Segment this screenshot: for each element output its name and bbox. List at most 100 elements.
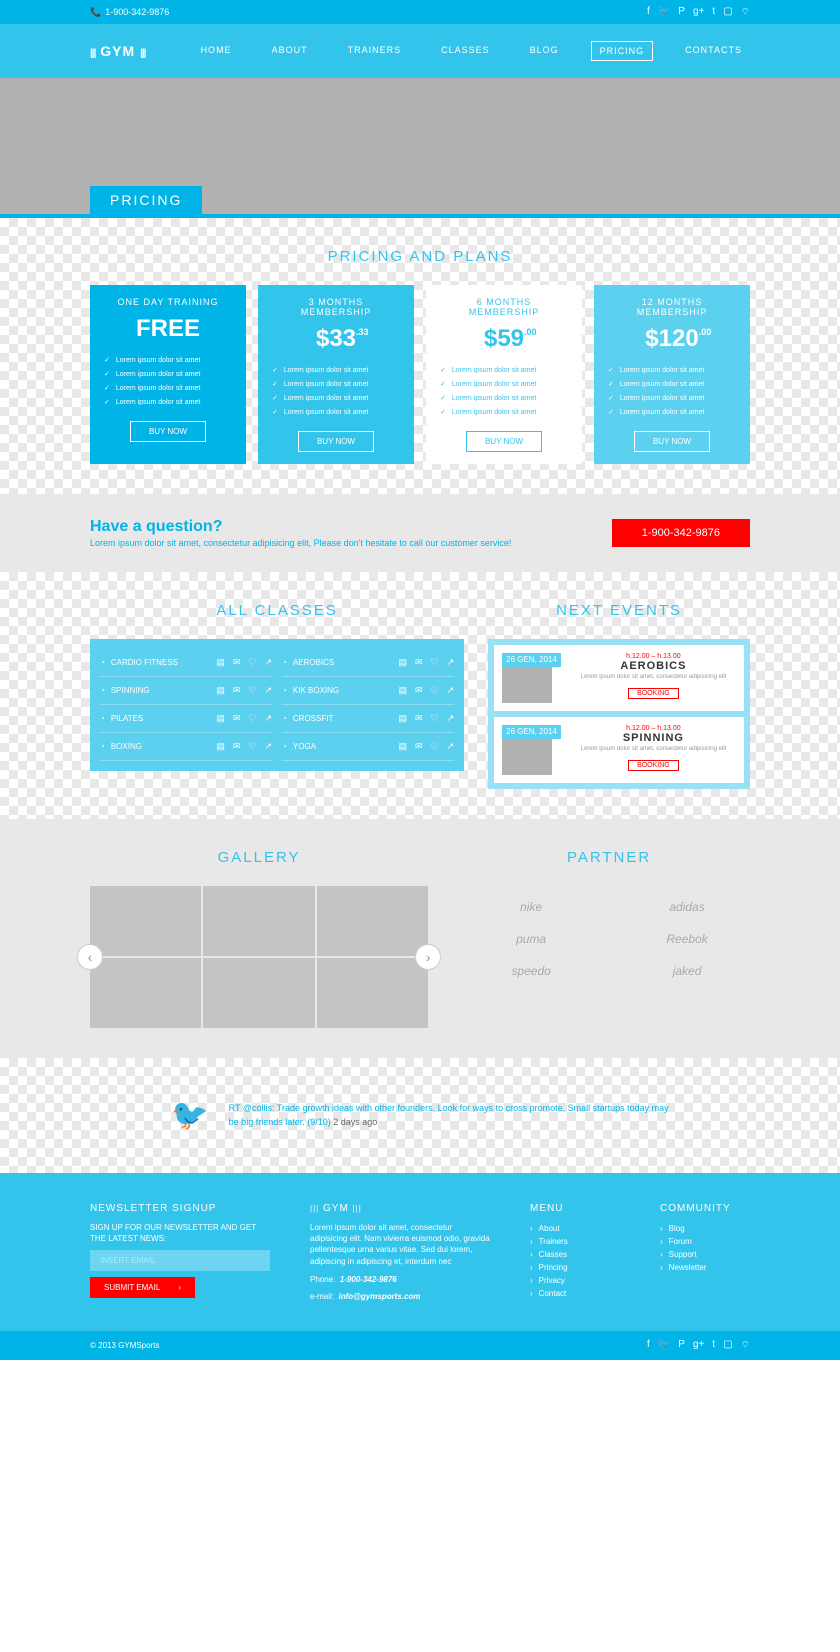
footer-menu-item[interactable]: About — [530, 1222, 620, 1235]
nav-about[interactable]: ABOUT — [264, 41, 316, 61]
calendar-icon[interactable]: ▤ — [398, 713, 407, 724]
calendar-icon[interactable]: ▤ — [398, 741, 407, 752]
card-feature: Lorem ipsum dolor sit amet — [272, 391, 400, 405]
share-icon[interactable]: ↗ — [265, 657, 273, 668]
footer-menu-item[interactable]: Privacy — [530, 1274, 620, 1287]
card-price: $59.00 — [484, 325, 524, 353]
buy-button[interactable]: BUY NOW — [130, 421, 206, 442]
buy-button[interactable]: BUY NOW — [298, 431, 374, 452]
gallery-img[interactable] — [90, 886, 201, 956]
heart-icon[interactable]: ♡ — [248, 741, 256, 752]
heart-icon[interactable]: ♡ — [431, 685, 439, 696]
instagram-icon[interactable]: ▢ — [723, 1339, 732, 1352]
logo[interactable]: ||| GYM ||| — [90, 43, 145, 59]
heart-icon[interactable]: ♡ — [431, 657, 439, 668]
footer-community-item[interactable]: Support — [660, 1248, 750, 1261]
bottombar: © 2013 GYMSports f🐦Pg+t▢⌔ — [0, 1331, 840, 1360]
mail-icon[interactable]: ✉ — [233, 741, 241, 752]
share-icon[interactable]: ↗ — [265, 685, 273, 696]
footer-about-text: Lorem ipsum dolor sit amet, consectetur … — [310, 1222, 490, 1267]
footer-community-item[interactable]: Blog — [660, 1222, 750, 1235]
question-sub: Lorem ipsum dolor sit amet, consectetur … — [90, 538, 511, 548]
share-icon[interactable]: ↗ — [265, 713, 273, 724]
rss-icon[interactable]: ⌔ — [741, 6, 750, 19]
gallery-img[interactable] — [90, 958, 201, 1028]
nav-pricing[interactable]: PRICING — [591, 41, 654, 61]
twitter-icon[interactable]: 🐦 — [658, 1339, 670, 1352]
gallery-img[interactable] — [203, 886, 314, 956]
newsletter-input[interactable]: INSERT EMAIL — [90, 1250, 270, 1271]
gallery-img[interactable] — [317, 886, 428, 956]
footer-menu-item[interactable]: Contact — [530, 1287, 620, 1300]
mail-icon[interactable]: ✉ — [415, 741, 423, 752]
tumblr-icon[interactable]: t — [712, 1339, 715, 1352]
card-price: $120.00 — [645, 325, 698, 353]
footer-phone: Phone: 1-900-342-9876 — [310, 1275, 490, 1284]
share-icon[interactable]: ↗ — [265, 741, 273, 752]
clock-icon: ◔ — [282, 714, 287, 723]
calendar-icon[interactable]: ▤ — [216, 713, 225, 724]
partner-logo: speedo — [468, 964, 594, 978]
pinterest-icon[interactable]: P — [678, 1339, 685, 1352]
share-icon[interactable]: ↗ — [447, 713, 455, 724]
buy-button[interactable]: BUY NOW — [634, 431, 710, 452]
calendar-icon[interactable]: ▤ — [216, 741, 225, 752]
heart-icon[interactable]: ♡ — [248, 685, 256, 696]
mail-icon[interactable]: ✉ — [233, 657, 241, 668]
clock-icon: ◔ — [282, 742, 287, 751]
gallery-img[interactable] — [317, 958, 428, 1028]
gallery-next[interactable]: › — [415, 944, 441, 970]
footer-menu-item[interactable]: Princing — [530, 1261, 620, 1274]
event-item: 26 GEN, 2014h.12.00 – h.13.00AEROBICSLor… — [494, 645, 744, 711]
booking-button[interactable]: BOOKING — [628, 760, 679, 771]
footer-menu-item[interactable]: Classes — [530, 1248, 620, 1261]
footer-community-item[interactable]: Newsletter — [660, 1261, 750, 1274]
heart-icon[interactable]: ♡ — [248, 713, 256, 724]
footer-community-item[interactable]: Forum — [660, 1235, 750, 1248]
rss-icon[interactable]: ⌔ — [741, 1339, 750, 1352]
share-icon[interactable]: ↗ — [447, 685, 455, 696]
gallery-prev[interactable]: ‹ — [77, 944, 103, 970]
nav-trainers[interactable]: TRAINERS — [340, 41, 410, 61]
mail-icon[interactable]: ✉ — [415, 685, 423, 696]
tumblr-icon[interactable]: t — [712, 6, 715, 19]
gplus-icon[interactable]: g+ — [693, 6, 704, 19]
calendar-icon[interactable]: ▤ — [216, 657, 225, 668]
pinterest-icon[interactable]: P — [678, 6, 685, 19]
pricing-title: PRICING AND PLANS — [90, 248, 750, 265]
heart-icon[interactable]: ♡ — [248, 657, 256, 668]
heart-icon[interactable]: ♡ — [431, 713, 439, 724]
facebook-icon[interactable]: f — [647, 1339, 650, 1352]
mail-icon[interactable]: ✉ — [415, 713, 423, 724]
instagram-icon[interactable]: ▢ — [723, 6, 732, 19]
nav-contacts[interactable]: CONTACTS — [677, 41, 750, 61]
heart-icon[interactable]: ♡ — [431, 741, 439, 752]
mail-icon[interactable]: ✉ — [233, 685, 241, 696]
gallery-img[interactable] — [203, 958, 314, 1028]
event-name: AEROBICS — [571, 660, 736, 672]
calendar-icon[interactable]: ▤ — [398, 685, 407, 696]
class-name: SPINNING — [111, 686, 150, 695]
header: ||| GYM ||| HOME ABOUT TRAINERS CLASSES BLOG… — [0, 24, 840, 78]
twitter-icon[interactable]: 🐦 — [658, 6, 670, 19]
card-name: 3 MONTHS MEMBERSHIP — [272, 297, 400, 317]
newsletter-submit[interactable]: SUBMIT EMAIL› — [90, 1277, 195, 1298]
calendar-icon[interactable]: ▤ — [398, 657, 407, 668]
nav-blog[interactable]: BLOG — [522, 41, 567, 61]
buy-button[interactable]: BUY NOW — [466, 431, 542, 452]
facebook-icon[interactable]: f — [647, 6, 650, 19]
share-icon[interactable]: ↗ — [447, 657, 455, 668]
nav-home[interactable]: HOME — [193, 41, 240, 61]
mail-icon[interactable]: ✉ — [233, 713, 241, 724]
mail-icon[interactable]: ✉ — [415, 657, 423, 668]
calendar-icon[interactable]: ▤ — [216, 685, 225, 696]
event-desc: Lorem ipsum dolor sit amet, consectetur … — [571, 746, 736, 752]
booking-button[interactable]: BOOKING — [628, 688, 679, 699]
footer-menu-item[interactable]: Trainers — [530, 1235, 620, 1248]
nav-classes[interactable]: CLASSES — [433, 41, 498, 61]
share-icon[interactable]: ↗ — [447, 741, 455, 752]
question-phone-button[interactable]: 1-900-342-9876 — [612, 519, 750, 547]
gplus-icon[interactable]: g+ — [693, 1339, 704, 1352]
classes-box: ◔CARDIO FITNESS▤✉♡↗◔SPINNING▤✉♡↗◔PILATES… — [90, 639, 464, 771]
card-feature: Lorem ipsum dolor sit amet — [104, 353, 232, 367]
